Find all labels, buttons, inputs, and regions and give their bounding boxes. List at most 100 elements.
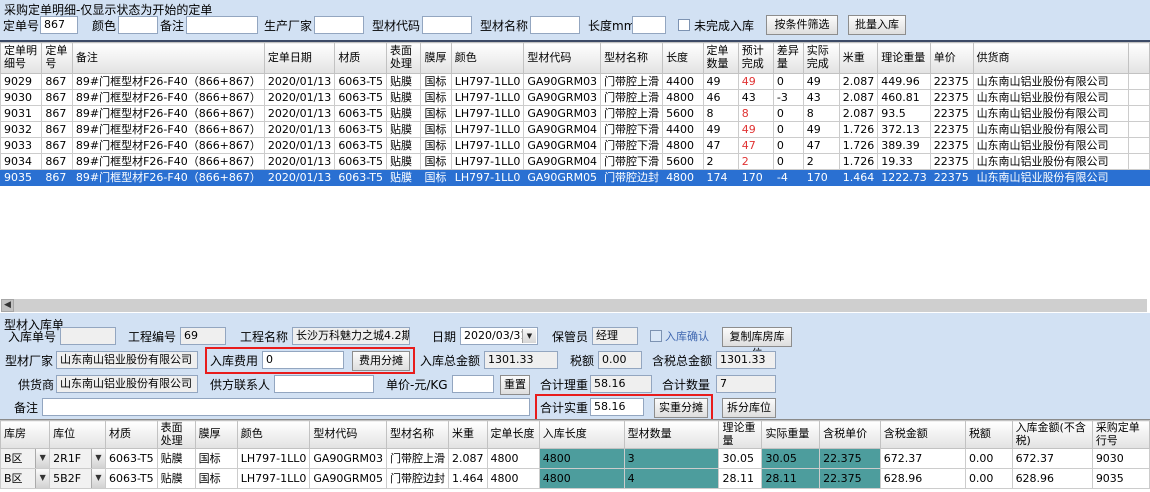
column-header[interactable]: 颜色 [451, 43, 524, 74]
column-header[interactable]: 税额 [965, 421, 1012, 449]
inbound-no-field[interactable] [60, 327, 116, 345]
column-header[interactable]: 入库金额(不含税) [1012, 421, 1092, 449]
column-header[interactable]: 颜色 [237, 421, 310, 449]
column-header[interactable]: 单价 [930, 43, 973, 74]
total-theory-weight-field[interactable]: 58.16 [590, 375, 652, 393]
calendar-dropdown-icon[interactable]: ▼ [522, 329, 536, 343]
column-header[interactable]: 膜厚 [195, 421, 237, 449]
chevron-down-icon[interactable]: ▼ [35, 449, 49, 468]
column-header[interactable]: 定单日期 [264, 43, 334, 74]
inbound-row[interactable]: B区▼5B2F▼6063-T5贴膜国标LH797-1LL0GA90GRM05门带… [1, 469, 1150, 489]
column-header[interactable]: 米重 [839, 43, 878, 74]
cell: 国标 [195, 449, 237, 469]
project-no-field[interactable]: 69 [180, 327, 226, 345]
column-header[interactable]: 定单号 [42, 43, 73, 74]
chevron-down-icon[interactable]: ▼ [91, 449, 105, 468]
order-row[interactable]: 903386789#门框型材F26-F40（866+867）2020/01/13… [1, 138, 1150, 154]
order-row[interactable]: 903586789#门框型材F26-F40（866+867）2020/01/13… [1, 170, 1150, 186]
order-no-input[interactable]: 867 [40, 16, 78, 34]
column-header[interactable]: 理论重量 [719, 421, 762, 449]
inbound-confirm-checkbox[interactable] [650, 330, 662, 342]
column-header[interactable]: 表面处理 [157, 421, 195, 449]
total-actual-weight-input[interactable]: 58.16 [590, 398, 644, 416]
unit-price-input[interactable] [452, 375, 494, 393]
tax-field[interactable]: 0.00 [598, 351, 642, 369]
column-header[interactable]: 定单长度 [487, 421, 539, 449]
column-header[interactable]: 采购定单行号 [1092, 421, 1149, 449]
fee-share-button[interactable]: 费用分摊 [352, 351, 410, 371]
inbound-fee-input[interactable]: 0 [262, 351, 344, 369]
actual-weight-share-button[interactable]: 实重分摊 [654, 398, 708, 418]
order-row[interactable]: 902986789#门框型材F26-F40（866+867）2020/01/13… [1, 74, 1150, 90]
column-header[interactable]: 表面处理 [386, 43, 420, 74]
column-header[interactable]: 材质 [335, 43, 387, 74]
reset-button[interactable]: 重置 [500, 375, 530, 395]
order-row[interactable]: 903486789#门框型材F26-F40（866+867）2020/01/13… [1, 154, 1150, 170]
column-header[interactable]: 实际重量 [762, 421, 820, 449]
inbound-total-field[interactable]: 1301.33 [484, 351, 558, 369]
column-header[interactable]: 备注 [72, 43, 264, 74]
factory-field[interactable]: 山东南山铝业股份有限公司 [56, 351, 198, 369]
keeper-field[interactable]: 经理 [592, 327, 638, 345]
manufacturer-filter-input[interactable] [314, 16, 364, 34]
column-header[interactable] [1129, 43, 1150, 74]
total-qty-field[interactable]: 7 [716, 375, 776, 393]
profile-code-filter-input[interactable] [422, 16, 472, 34]
supplier-contact-input[interactable] [274, 375, 374, 393]
bin-combo[interactable]: 2R1F▼ [50, 449, 106, 469]
warehouse-combo[interactable]: B区▼ [1, 449, 50, 469]
unfinished-inbound-checkbox[interactable] [678, 19, 690, 31]
column-header[interactable]: 定单明细号 [1, 43, 42, 74]
horizontal-scrollbar[interactable]: ◀ [1, 299, 1147, 312]
batch-inbound-button[interactable]: 批量入库 [848, 15, 906, 35]
color-filter-input[interactable] [118, 16, 158, 34]
cell: 国标 [421, 138, 451, 154]
bin-combo[interactable]: 5B2F▼ [50, 469, 106, 489]
column-header[interactable]: 入库长度 [539, 421, 624, 449]
scroll-left-icon[interactable]: ◀ [1, 299, 14, 312]
column-header[interactable]: 含税单价 [820, 421, 881, 449]
warehouse-combo[interactable]: B区 ▼ [1, 469, 50, 489]
length-filter-input[interactable] [632, 16, 666, 34]
remark-input[interactable] [42, 398, 530, 416]
copy-warehouse-location-button[interactable]: 复制库房库位 [722, 327, 792, 347]
column-header[interactable]: 库房 [1, 421, 50, 449]
cell [1129, 90, 1150, 106]
column-header[interactable]: 预计完成 [738, 43, 773, 74]
cell: 43 [803, 90, 839, 106]
profile-name-filter-input[interactable] [530, 16, 580, 34]
order-row[interactable]: 903086789#门框型材F26-F40（866+867）2020/01/13… [1, 90, 1150, 106]
column-header[interactable]: 定单数量 [703, 43, 738, 74]
column-header[interactable]: 材质 [105, 421, 157, 449]
column-header[interactable]: 型材名称 [387, 421, 449, 449]
order-row[interactable]: 903286789#门框型材F26-F40（866+867）2020/01/13… [1, 122, 1150, 138]
inbound-row[interactable]: B区▼2R1F▼6063-T5贴膜国标LH797-1LL0GA90GRM03门带… [1, 449, 1150, 469]
project-name-field[interactable]: 长沙万科魅力之城4.2期 [292, 327, 410, 345]
column-header[interactable]: 差异量 [773, 43, 803, 74]
column-header[interactable]: 长度 [663, 43, 703, 74]
column-header[interactable]: 含税金额 [880, 421, 965, 449]
chevron-down-icon[interactable]: ▼ [35, 469, 49, 488]
column-header[interactable]: 型材数量 [624, 421, 719, 449]
column-header[interactable]: 膜厚 [421, 43, 451, 74]
remark-filter-input[interactable] [186, 16, 258, 34]
column-header[interactable]: 型材名称 [601, 43, 663, 74]
cell: 4800 [663, 138, 703, 154]
filter-by-condition-button[interactable]: 按条件筛选 [766, 15, 838, 35]
order-row[interactable]: 903186789#门框型材F26-F40（866+867）2020/01/13… [1, 106, 1150, 122]
column-header[interactable]: 理论重量 [878, 43, 931, 74]
cell: 门带腔上滑 [387, 449, 449, 469]
tax-total-field[interactable]: 1301.33 [716, 351, 776, 369]
cell: 1222.73 [878, 170, 931, 186]
column-header[interactable]: 米重 [449, 421, 488, 449]
split-location-button[interactable]: 拆分库位 [722, 398, 776, 418]
column-header[interactable]: 供货商 [973, 43, 1128, 74]
combo-value: B区 [4, 469, 23, 488]
column-header[interactable]: 型材代码 [310, 421, 387, 449]
column-header[interactable]: 实际完成 [803, 43, 839, 74]
supplier-field[interactable]: 山东南山铝业股份有限公司 [56, 375, 198, 393]
column-header[interactable]: 型材代码 [524, 43, 601, 74]
chevron-down-icon[interactable]: ▼ [91, 469, 105, 488]
date-picker[interactable]: 2020/03/31 ▼ [460, 327, 538, 345]
column-header[interactable]: 库位 [50, 421, 106, 449]
